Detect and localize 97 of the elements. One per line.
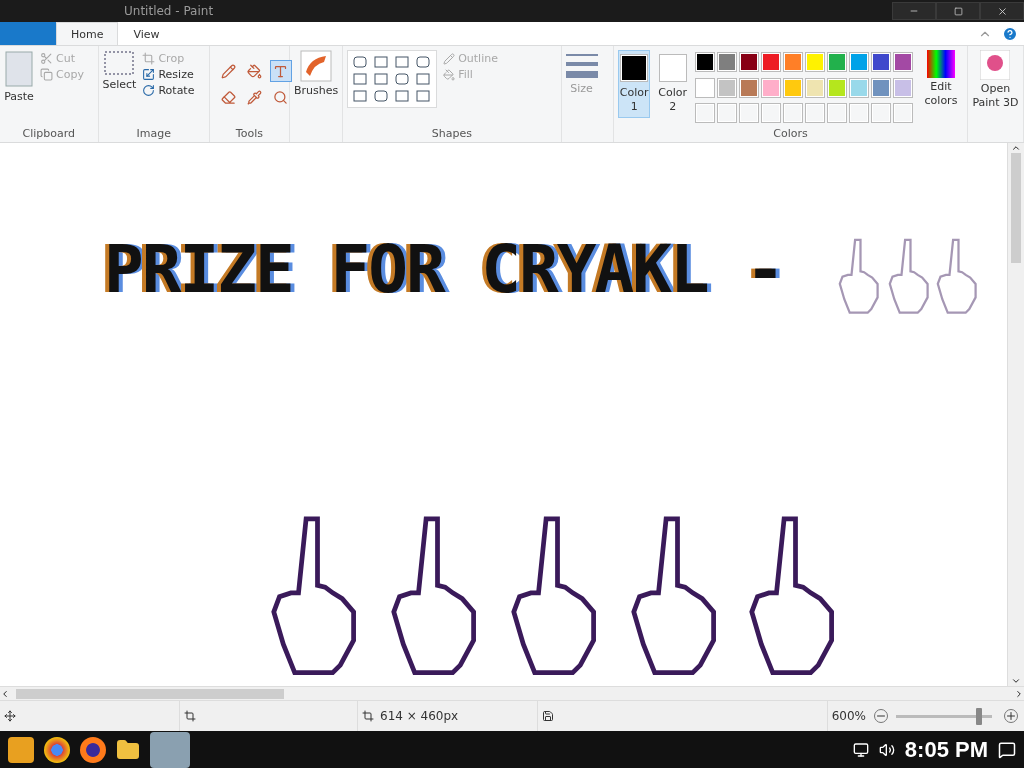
palette-swatch[interactable] [849, 77, 869, 98]
color-selector[interactable]: Color 2 [656, 50, 689, 118]
palette-swatch[interactable] [717, 77, 737, 98]
palette-swatch[interactable] [805, 77, 825, 98]
save-icon [542, 710, 554, 722]
paste-button[interactable]: Paste [4, 50, 34, 127]
group-label: Colors [773, 127, 808, 140]
empty-swatch[interactable] [849, 103, 869, 124]
clock-text[interactable]: 8:05 PM [904, 736, 988, 763]
empty-swatch[interactable] [783, 103, 803, 124]
paint-3d-icon [980, 50, 1011, 80]
scroll-left-icon[interactable] [0, 688, 10, 699]
palette-swatch[interactable] [805, 52, 825, 72]
palette-swatch[interactable] [871, 52, 891, 72]
crop-icon [142, 52, 156, 65]
text-tool[interactable] [269, 60, 292, 82]
palette-swatch[interactable] [761, 52, 781, 72]
scroll-thumb[interactable] [16, 688, 284, 699]
text-icon [273, 63, 289, 79]
empty-swatch[interactable] [695, 103, 715, 124]
pencil-icon [221, 63, 237, 79]
zoom-text: 600% [831, 709, 866, 723]
empty-swatch[interactable] [717, 103, 737, 124]
edit-colors-button[interactable]: Edit colors [919, 50, 963, 127]
horizontal-scrollbar[interactable] [0, 686, 1024, 700]
image-size-icon [362, 710, 374, 722]
network-icon[interactable] [852, 741, 869, 758]
zoom-slider-thumb[interactable] [975, 707, 982, 725]
maximize-button[interactable] [936, 2, 980, 20]
palette-swatch[interactable] [739, 77, 759, 98]
magnifier-icon [273, 89, 289, 105]
pencil-icon [443, 52, 456, 65]
palette-swatch[interactable] [783, 52, 803, 72]
palette-swatch[interactable] [827, 52, 847, 72]
empty-swatch[interactable] [827, 103, 847, 124]
shape-icon[interactable] [372, 88, 391, 104]
zoom-in-icon[interactable] [1004, 709, 1018, 723]
group-label: Image [136, 127, 171, 140]
shape-icon[interactable] [351, 54, 370, 70]
help-icon[interactable] [1002, 25, 1018, 42]
palette-swatch[interactable] [695, 52, 715, 72]
open-paint-3d-button[interactable]: Open Paint 3D [971, 50, 1019, 140]
empty-swatch[interactable] [739, 103, 759, 124]
paint-bucket-icon [443, 68, 456, 81]
palette-swatch[interactable] [849, 52, 869, 72]
group-label: Tools [235, 127, 263, 140]
palette-swatch[interactable] [761, 77, 781, 98]
selection-icon [103, 50, 136, 76]
rotate-icon [142, 84, 156, 97]
copy-icon [40, 68, 53, 81]
scroll-up-icon[interactable] [1011, 143, 1021, 153]
clipboard-icon [4, 50, 34, 88]
browser-icon[interactable] [80, 736, 106, 763]
palette-swatch[interactable] [893, 77, 913, 98]
select-button[interactable]: Select [102, 50, 137, 127]
image-button[interactable]: Rotate [142, 84, 195, 97]
image-button[interactable]: Resize [142, 68, 195, 81]
resize-icon [142, 68, 156, 81]
palette-swatch[interactable] [739, 52, 759, 72]
brush-icon [300, 50, 333, 82]
eraser-icon [221, 89, 237, 105]
empty-swatch[interactable] [761, 103, 781, 124]
palette-swatch[interactable] [893, 52, 913, 72]
palette-swatch[interactable] [695, 77, 715, 98]
empty-swatch[interactable] [893, 103, 913, 124]
empty-swatch[interactable] [805, 103, 825, 124]
scissors-icon [40, 52, 53, 65]
window-title: Untitled - Paint [124, 4, 215, 18]
paint-bucket-icon [247, 63, 263, 79]
browser-icon[interactable] [44, 736, 70, 763]
palette-swatch[interactable] [871, 77, 891, 98]
scroll-thumb[interactable] [1011, 153, 1021, 263]
canvas-text: PRIZE FOR CRYAKL - [104, 237, 784, 303]
move-icon [4, 710, 16, 722]
volume-icon[interactable] [878, 741, 895, 758]
palette-swatch[interactable] [783, 77, 803, 98]
scroll-down-icon[interactable] [1011, 676, 1021, 686]
scroll-right-icon[interactable] [1014, 688, 1024, 699]
group-label: Shapes [431, 127, 472, 140]
selection-icon [184, 710, 196, 722]
shape-icon[interactable] [393, 71, 412, 87]
image-size-text: 614 × 460px [380, 709, 459, 723]
palette-swatch[interactable] [827, 77, 847, 98]
empty-swatch[interactable] [871, 103, 891, 124]
maximize-icon [953, 6, 963, 16]
shape-icon[interactable] [414, 54, 433, 70]
group-label: Clipboard [22, 127, 75, 140]
color-picker-icon [247, 89, 263, 105]
ribbon-tab[interactable]: Home [56, 22, 119, 45]
color-selector[interactable]: Color 1 [617, 50, 651, 118]
palette-swatch[interactable] [717, 52, 737, 72]
close-icon [996, 5, 1008, 17]
folder-icon[interactable] [116, 737, 140, 762]
vertical-scrollbar[interactable] [1007, 143, 1024, 686]
notifications-icon[interactable] [998, 740, 1016, 759]
color-spectrum-icon [926, 50, 955, 78]
brushes-button[interactable]: Brushes [293, 50, 339, 140]
